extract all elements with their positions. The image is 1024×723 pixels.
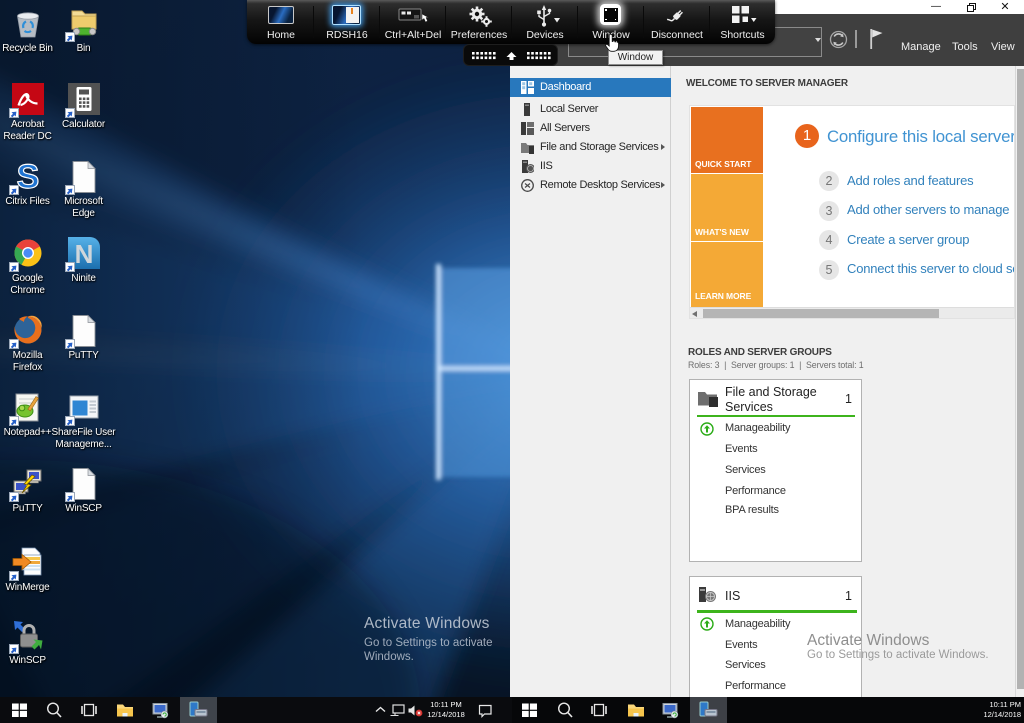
svg-text:S: S xyxy=(16,159,39,193)
svg-text:N: N xyxy=(74,239,93,269)
